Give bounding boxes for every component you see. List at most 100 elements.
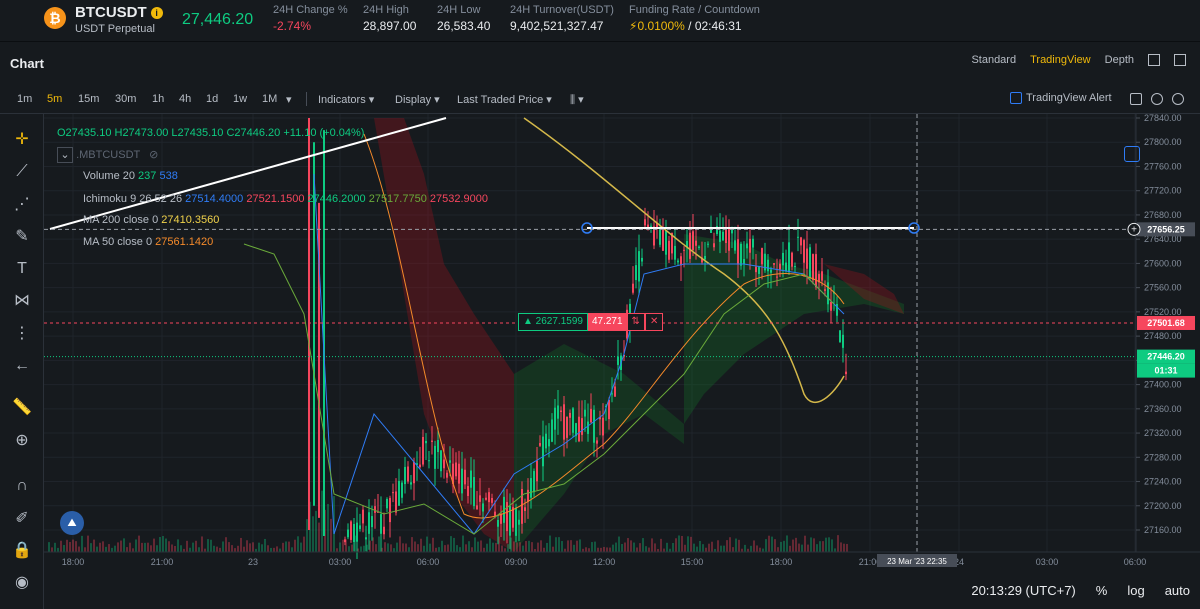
volume-bar	[420, 538, 422, 552]
magnet-icon[interactable]: ∩	[11, 475, 33, 497]
price-tick-label: 27240.00	[1144, 477, 1182, 487]
price-type-button[interactable]: Last Traded Price ▾	[457, 93, 552, 106]
last-price-label: 27446.20	[1147, 352, 1185, 362]
camera-icon[interactable]	[1130, 93, 1142, 105]
order-price-label: 27501.68	[1147, 318, 1185, 328]
trendline-icon[interactable]: ⟋	[11, 161, 33, 183]
text-tool-icon[interactable]: T	[11, 258, 33, 280]
volume-bar	[390, 544, 392, 552]
ma50-label: MA 50 close 0	[83, 236, 153, 248]
stat-label: 24H Turnover(USDT)	[510, 4, 614, 16]
timeframe-dropdown-icon[interactable]: ▾	[286, 93, 292, 106]
timeframe-5m[interactable]: 5m	[47, 93, 62, 105]
tab-depth[interactable]: Depth	[1105, 54, 1134, 66]
volume-bar	[228, 542, 230, 552]
stat-value: -2.74%	[273, 19, 312, 33]
candle-body	[347, 529, 349, 538]
pattern-icon[interactable]: ⋈	[11, 290, 33, 312]
visibility-icon[interactable]: ⊘	[149, 149, 158, 161]
chart-canvas[interactable]: 27840.00 27800.00 27760.00 27720.00 27680.00…	[44, 114, 1200, 609]
zoom-in-icon[interactable]: ⊕	[11, 430, 33, 452]
volume-bar	[672, 542, 674, 552]
tradingview-logo-icon[interactable]: ⛰	[60, 511, 84, 535]
volume-bar	[468, 541, 470, 552]
candle-body	[518, 519, 520, 525]
volume-bar	[525, 541, 527, 552]
candle-body	[809, 247, 811, 278]
volume-bar	[168, 541, 170, 552]
candle-body	[707, 243, 709, 245]
log-scale-toggle[interactable]: log	[1127, 583, 1144, 598]
volume-bar	[60, 540, 62, 552]
percent-scale-toggle[interactable]: %	[1096, 583, 1108, 598]
symbol-selector[interactable]: BTCUSDT i USDT Perpetual	[75, 4, 163, 35]
fib-tool-icon[interactable]: ⋰	[11, 194, 33, 216]
candle-body	[740, 243, 742, 266]
lock-icon[interactable]: 🔒	[11, 540, 33, 562]
volume-bar	[108, 544, 110, 552]
collapse-icon[interactable]: ⌄	[57, 147, 73, 163]
eye-icon[interactable]: ◉	[11, 572, 33, 594]
info-icon[interactable]: i	[150, 6, 163, 19]
close-icon[interactable]: ✕	[644, 313, 664, 331]
candle-body	[635, 265, 637, 281]
expand-icon[interactable]	[1172, 93, 1184, 105]
volume-bar	[396, 542, 398, 552]
timeframe-1h[interactable]: 1h	[152, 93, 164, 105]
ruler-icon[interactable]: 📏	[11, 397, 33, 419]
volume-bar	[765, 539, 767, 552]
volume-ma-value: 538	[159, 170, 178, 182]
candle-body	[590, 408, 592, 423]
candle-body	[533, 471, 535, 493]
candle-body	[473, 477, 475, 507]
fullscreen-icon[interactable]	[1174, 54, 1186, 66]
candle-body	[788, 242, 790, 273]
volume-bar	[624, 542, 626, 552]
volume-bar	[633, 542, 635, 552]
volume-bar	[384, 542, 386, 552]
tradingview-alert-button[interactable]: TradingView Alert	[1010, 92, 1112, 104]
timeframe-1m[interactable]: 1m	[17, 93, 32, 105]
volume-bar	[783, 540, 785, 552]
brush-icon[interactable]: ✎	[11, 226, 33, 248]
tab-standard[interactable]: Standard	[971, 54, 1016, 66]
sync-icon[interactable]	[1124, 146, 1140, 162]
timeframe-1w[interactable]: 1w	[233, 93, 247, 105]
price-tick-label: 27160.00	[1144, 525, 1182, 535]
settings-icon[interactable]	[1151, 93, 1163, 105]
volume-bar	[651, 538, 653, 552]
tab-tradingview[interactable]: TradingView	[1030, 54, 1091, 66]
forecast-icon[interactable]: ⋮	[11, 323, 33, 345]
volume-bar	[594, 541, 596, 552]
volume-bar	[414, 541, 416, 552]
crosshair-icon[interactable]: ✛	[11, 129, 33, 151]
indicators-button[interactable]: Indicators ▾	[318, 93, 374, 106]
volume-bar	[198, 547, 200, 552]
swap-icon[interactable]: ⇅	[626, 313, 645, 331]
volume-bar	[300, 542, 302, 552]
grid-layout-icon[interactable]	[1148, 54, 1160, 66]
candle-body	[506, 502, 508, 532]
price-chart[interactable]: 27840.00 27800.00 27760.00 27720.00 27680.00…	[44, 114, 1200, 609]
volume-bar	[444, 545, 446, 552]
crosshair-price-label: 27656.25	[1147, 224, 1185, 234]
volume-bar	[120, 540, 122, 552]
timeframe-1M[interactable]: 1M	[262, 93, 277, 105]
volume-bar	[588, 548, 590, 552]
timeframe-1d[interactable]: 1d	[206, 93, 218, 105]
tradingview-alert-label: TradingView Alert	[1026, 92, 1112, 104]
volume-bar	[576, 540, 578, 552]
measure-tool[interactable]: ▲ 2627.1599 47.271 ⇅ ✕	[518, 313, 664, 331]
volume-bar	[645, 546, 647, 552]
auto-scale-toggle[interactable]: auto	[1165, 583, 1190, 598]
timeframe-30m[interactable]: 30m	[115, 93, 136, 105]
display-button[interactable]: Display ▾	[395, 93, 440, 106]
volume-bar	[609, 547, 611, 552]
volume-legend: Volume 20 237 538	[83, 170, 178, 182]
chart-type-button[interactable]: ⫼ ▾	[570, 93, 584, 107]
volume-bar	[666, 542, 668, 552]
lock-drawing-icon[interactable]: ✐	[11, 508, 33, 530]
timeframe-15m[interactable]: 15m	[78, 93, 99, 105]
timeframe-4h[interactable]: 4h	[179, 93, 191, 105]
back-arrow-icon[interactable]: ←	[11, 355, 33, 377]
